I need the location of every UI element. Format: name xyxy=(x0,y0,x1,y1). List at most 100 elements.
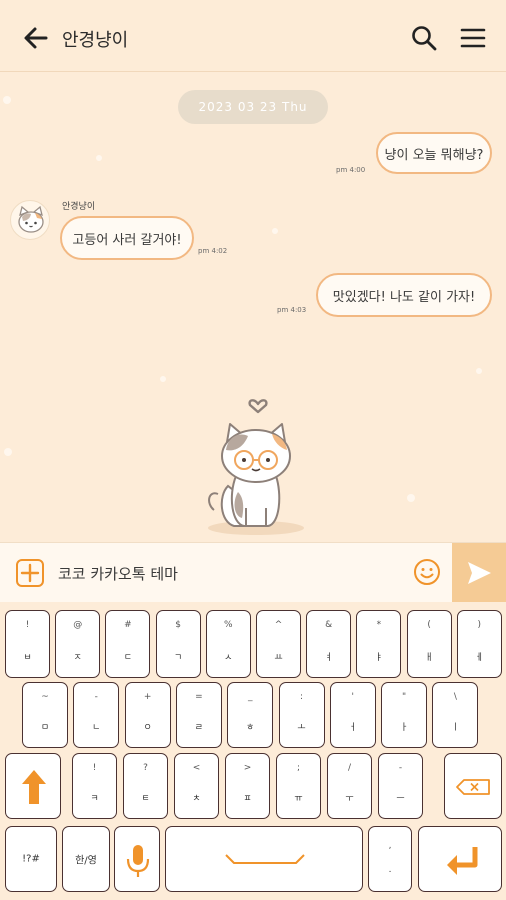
key-symbol-label: ( xyxy=(427,620,431,630)
letter-key[interactable]: * ㅑ xyxy=(356,610,402,678)
letter-key[interactable]: \ ㅣ xyxy=(432,682,479,748)
letter-key[interactable]: $ ㄱ xyxy=(155,610,201,678)
key-letter-label: ㄹ xyxy=(194,723,204,733)
message-input[interactable]: 코코 카카오톡 테마 xyxy=(58,563,178,584)
letter-key[interactable]: > ㅍ xyxy=(225,753,270,819)
key-letter-label: ㅎ xyxy=(246,723,255,733)
letter-key[interactable]: @ ㅈ xyxy=(55,610,101,678)
letter-key[interactable]: ' ㅓ xyxy=(329,682,376,748)
letter-key[interactable]: ~ ㅁ xyxy=(22,682,68,748)
date-separator: 2023 03 23 Thu xyxy=(178,90,328,124)
letter-key[interactable]: ^ ㅛ xyxy=(256,610,301,678)
letter-key[interactable]: < ㅊ xyxy=(174,753,219,819)
key-symbol-label: ) xyxy=(477,620,482,630)
key-letter-label: ㅓ xyxy=(348,723,357,733)
keyboard: ! ㅂ @ ㅈ # ㄷ $ ㄱ% ㅅ ^ ㅛ & ㅕ * ㅑ(ㅐ) ㅔ ~ ㅁ - ㄴ + ㅇ = ㄹ _ ㅎ: ㅗ ' ㅓ " ㅏ \ ㅣ … xyxy=(0,602,506,900)
letter-key[interactable]: _ ㅎ xyxy=(227,682,274,748)
hamburger-menu-icon[interactable] xyxy=(460,26,486,50)
key-letter-label: ㅅ xyxy=(224,653,233,663)
key-letter-label: ㅣ xyxy=(451,723,460,733)
key-symbol-label: # xyxy=(124,620,132,630)
key-letter-label: ㅋ xyxy=(90,794,99,804)
key-letter-label: ㅍ xyxy=(243,794,252,804)
letter-key[interactable]: :ㅗ xyxy=(278,682,325,748)
key-symbol-label: + xyxy=(143,692,152,702)
message-bubble-incoming[interactable]: 고등어 사러 갈거야! xyxy=(60,216,194,260)
letter-key[interactable]: (ㅐ xyxy=(406,610,452,678)
message-bubble-outgoing[interactable]: 냥이 오늘 뭐해냥? xyxy=(376,132,492,174)
key-symbol-label: ; xyxy=(296,763,301,773)
letter-key[interactable]: ; ㅠ xyxy=(276,753,321,819)
key-letter-label: ㅐ xyxy=(424,653,434,663)
punctuation-key[interactable]: , . xyxy=(368,826,412,892)
letter-key[interactable]: ! ㅂ xyxy=(5,610,50,678)
shift-key[interactable] xyxy=(5,753,61,819)
voice-input-key[interactable] xyxy=(114,826,160,892)
emoji-icon[interactable] xyxy=(413,558,441,586)
key-letter-label: ㅔ xyxy=(475,653,484,663)
space-key[interactable] xyxy=(165,826,363,892)
key-symbol-label: % xyxy=(224,620,233,630)
space-bar-icon xyxy=(225,854,305,864)
avatar[interactable] xyxy=(10,200,50,240)
key-letter-label: ㅜ xyxy=(345,794,354,804)
key-symbol-label: ? xyxy=(143,763,148,773)
key-symbol-label: > xyxy=(243,763,252,773)
key-symbol-label: $ xyxy=(175,620,181,630)
language-key[interactable]: 한/영 xyxy=(62,826,110,892)
key-symbol-label: ^ xyxy=(274,620,283,630)
letter-key[interactable]: -ㄴ xyxy=(73,682,120,748)
key-symbol-label: ~ xyxy=(41,692,49,702)
letter-key[interactable]: + ㅇ xyxy=(124,682,171,748)
letter-key[interactable]: / ㅜ xyxy=(327,753,372,819)
backspace-key[interactable] xyxy=(444,753,502,819)
key-letter-label: ㅛ xyxy=(274,653,283,663)
key-symbol-label: & xyxy=(325,620,333,630)
snow-dot xyxy=(476,368,482,374)
letter-key[interactable]: -ㅡ xyxy=(378,753,423,819)
key-symbol-label: ' xyxy=(351,692,355,702)
snow-dot xyxy=(96,155,102,161)
snow-dot xyxy=(407,494,415,502)
key-letter-label: ㅌ xyxy=(141,794,150,804)
letter-key[interactable]: # ㄷ xyxy=(105,610,151,678)
key-letter-label: ㅇ xyxy=(143,723,152,733)
symbols-key[interactable]: !?# xyxy=(5,826,57,892)
key-letter-label: ㅁ xyxy=(40,723,50,733)
plus-icon xyxy=(20,563,40,583)
message-bubble-outgoing[interactable]: 맛있겠다! 나도 같이 가자! xyxy=(316,273,492,317)
add-attachment-button[interactable] xyxy=(16,559,44,587)
letter-key[interactable]: " ㅏ xyxy=(381,682,428,748)
send-button[interactable] xyxy=(452,543,506,603)
key-symbol-label: / xyxy=(347,763,352,773)
key-letter-label: ㅈ xyxy=(73,653,82,663)
key-letter-label: ㅂ xyxy=(23,653,32,663)
key-letter-label: ㅑ xyxy=(374,653,384,663)
back-arrow-icon[interactable] xyxy=(22,24,50,52)
chat-area[interactable]: 2023 03 23 Thu 냥이 오늘 뭐해냥? pm 4:00 안경냥이 고… xyxy=(0,72,506,542)
letter-key[interactable]: = ㄹ xyxy=(175,682,222,748)
key-letter-label: ㅡ xyxy=(396,794,405,804)
enter-key[interactable] xyxy=(418,826,502,892)
letter-key[interactable]: ? ㅌ xyxy=(123,753,168,819)
backspace-icon xyxy=(456,779,490,795)
key-letter-label: ㅏ xyxy=(399,723,409,733)
send-icon xyxy=(468,562,491,584)
message-time: pm 4:02 xyxy=(198,247,228,255)
letter-key[interactable]: & ㅕ xyxy=(306,610,352,678)
snow-dot xyxy=(4,448,12,456)
key-symbol-label: ! xyxy=(92,763,97,773)
key-symbol-label: : xyxy=(299,692,304,702)
search-icon[interactable] xyxy=(410,24,438,52)
key-letter-label: ㅗ xyxy=(297,723,306,733)
sender-name: 안경냥이 xyxy=(62,202,96,212)
key-letter-label: ㅠ xyxy=(294,794,303,804)
snow-dot xyxy=(160,376,166,382)
key-symbol-label: ! xyxy=(25,620,30,630)
chat-title: 안경냥이 xyxy=(62,30,129,51)
letter-key[interactable]: % ㅅ xyxy=(205,610,251,678)
letter-key[interactable]: ! ㅋ xyxy=(72,753,117,819)
key-symbol-label: < xyxy=(192,763,201,773)
message-time: pm 4:00 xyxy=(336,166,366,174)
letter-key[interactable]: ) ㅔ xyxy=(456,610,502,678)
